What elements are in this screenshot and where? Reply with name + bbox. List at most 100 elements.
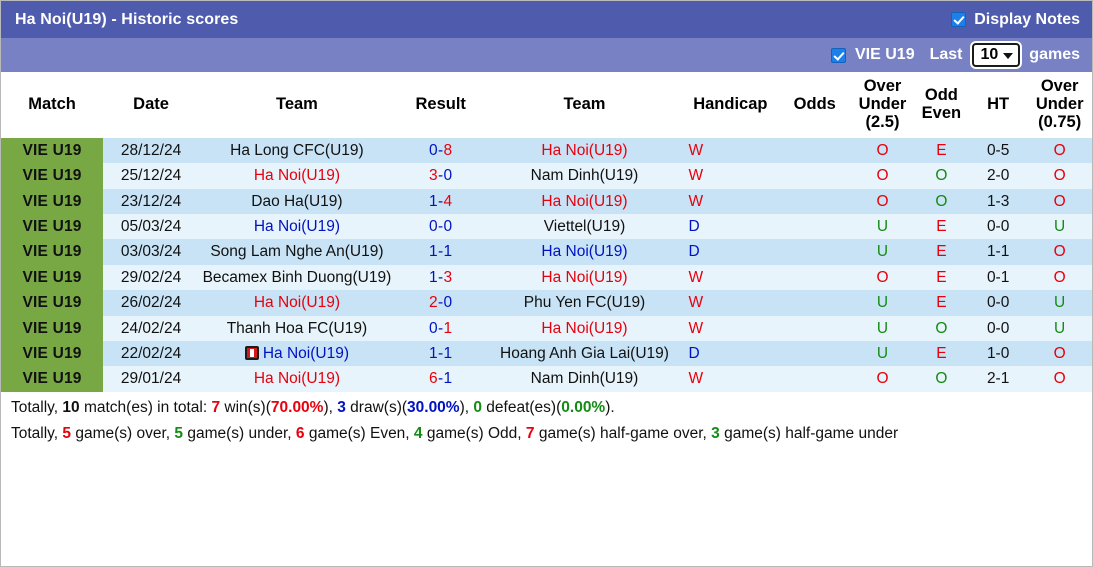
- over-under-25-value: O: [876, 269, 888, 286]
- cell-over-under-25: U: [851, 341, 914, 366]
- odd-even-value: E: [936, 218, 946, 235]
- cell-outcome: W: [682, 316, 778, 341]
- summary-text: ).: [605, 399, 614, 416]
- home-team-name: Ha Noi(U19): [254, 218, 340, 235]
- col-header-team-away[interactable]: Team: [487, 72, 683, 138]
- table-row[interactable]: VIE U1929/01/24Ha Noi(U19)6-1Nam Dinh(U1…: [1, 366, 1092, 391]
- cell-result: 0-8: [395, 138, 487, 163]
- cell-league: VIE U19: [1, 290, 103, 315]
- score-away: 1: [443, 243, 452, 260]
- cell-result: 1-1: [395, 341, 487, 366]
- cell-result: 0-1: [395, 316, 487, 341]
- summary-text: defeat(es)(: [482, 399, 561, 416]
- cell-over-under-25: O: [851, 138, 914, 163]
- table-row[interactable]: VIE U1924/02/24Thanh Hoa FC(U19)0-1Ha No…: [1, 316, 1092, 341]
- col-header-over-under-075[interactable]: Over Under (0.75): [1027, 72, 1092, 138]
- col-header-handicap[interactable]: Handicap: [682, 72, 778, 138]
- cell-away-team: Ha Noi(U19): [487, 138, 683, 163]
- over-under-075-value: U: [1054, 218, 1065, 235]
- score-away: 1: [443, 345, 452, 362]
- table-row[interactable]: VIE U1925/12/24Ha Noi(U19)3-0Nam Dinh(U1…: [1, 163, 1092, 188]
- table-row[interactable]: VIE U1922/02/24Ha Noi(U19)1-1Hoang Anh G…: [1, 341, 1092, 366]
- even-count: 6: [296, 425, 305, 442]
- table-row[interactable]: VIE U1928/12/24Ha Long CFC(U19)0-8Ha Noi…: [1, 138, 1092, 163]
- cell-league: VIE U19: [1, 163, 103, 188]
- table-row[interactable]: VIE U1905/03/24Ha Noi(U19)0-0Viettel(U19…: [1, 214, 1092, 239]
- cell-away-team: Ha Noi(U19): [487, 316, 683, 341]
- summary-text: game(s) half-game under: [720, 425, 898, 442]
- over-under-25-value: U: [877, 243, 888, 260]
- cell-date: 03/03/24: [103, 239, 199, 264]
- display-notes-control[interactable]: Display Notes: [951, 11, 1080, 29]
- ou075-line2: Under: [1036, 95, 1084, 113]
- col-header-match[interactable]: Match: [1, 72, 103, 138]
- cell-league: VIE U19: [1, 265, 103, 290]
- summary-text: ),: [460, 399, 474, 416]
- cell-over-under-075: O: [1027, 239, 1092, 264]
- odd-even-value: O: [935, 167, 947, 184]
- summary-text: ),: [323, 399, 337, 416]
- games-count-select[interactable]: 10: [972, 43, 1021, 67]
- col-header-odd-even[interactable]: Odd Even: [914, 72, 969, 138]
- summary-text: game(s) under,: [183, 425, 296, 442]
- outcome-badge: W: [688, 370, 703, 387]
- over-under-075-value: O: [1054, 345, 1066, 362]
- over-under-075-value: O: [1054, 243, 1066, 260]
- cell-handicap: [778, 189, 851, 214]
- score-home: 2: [429, 294, 438, 311]
- cell-odd-even: O: [914, 189, 969, 214]
- cell-result: 6-1: [395, 366, 487, 391]
- league-filter-checkbox[interactable]: [831, 48, 846, 63]
- oe-line2: Even: [922, 104, 961, 122]
- over-under-25-value: U: [877, 294, 888, 311]
- col-header-team-home[interactable]: Team: [199, 72, 395, 138]
- col-header-over-under-25[interactable]: Over Under (2.5): [851, 72, 914, 138]
- summary-text: game(s) Odd,: [423, 425, 526, 442]
- outcome-badge: D: [688, 345, 699, 362]
- cell-odd-even: O: [914, 316, 969, 341]
- odd-even-value: O: [935, 370, 947, 387]
- cell-half-time-score: 0-5: [969, 138, 1027, 163]
- table-row[interactable]: VIE U1926/02/24Ha Noi(U19)2-0Phu Yen FC(…: [1, 290, 1092, 315]
- display-notes-label: Display Notes: [974, 11, 1080, 29]
- col-header-odds[interactable]: Odds: [778, 72, 851, 138]
- away-team-name: Nam Dinh(U19): [531, 370, 639, 387]
- score-home: 1: [429, 269, 438, 286]
- ou075-line1: Over: [1041, 77, 1079, 95]
- over-under-075-value: O: [1054, 167, 1066, 184]
- over-under-075-value: O: [1054, 370, 1066, 387]
- cell-away-team: Hoang Anh Gia Lai(U19): [487, 341, 683, 366]
- score-home: 0: [429, 142, 438, 159]
- filter-bar: VIE U19 Last 10 games: [1, 38, 1092, 72]
- cell-home-team: Ha Noi(U19): [199, 214, 395, 239]
- col-header-result[interactable]: Result: [395, 72, 487, 138]
- score-away: 0: [443, 218, 452, 235]
- table-row[interactable]: VIE U1923/12/24Dao Ha(U19)1-4Ha Noi(U19)…: [1, 189, 1092, 214]
- odd-even-value: E: [936, 294, 946, 311]
- score-home: 1: [429, 243, 438, 260]
- league-filter-label: VIE U19: [855, 46, 915, 64]
- table-row[interactable]: VIE U1903/03/24Song Lam Nghe An(U19)1-1H…: [1, 239, 1092, 264]
- away-team-name: Ha Noi(U19): [541, 269, 627, 286]
- table-body: VIE U1928/12/24Ha Long CFC(U19)0-8Ha Noi…: [1, 138, 1092, 392]
- total-matches-count: 10: [62, 399, 79, 416]
- odd-even-value: E: [936, 243, 946, 260]
- note-icon[interactable]: [245, 346, 259, 360]
- display-notes-checkbox[interactable]: [951, 12, 966, 27]
- over-under-25-value: O: [876, 142, 888, 159]
- cell-home-team: Ha Noi(U19): [199, 290, 395, 315]
- col-header-ht[interactable]: HT: [969, 72, 1027, 138]
- cell-handicap: [778, 265, 851, 290]
- oe-line1: Odd: [925, 86, 958, 104]
- cell-home-team: Becamex Binh Duong(U19): [199, 265, 395, 290]
- col-header-date[interactable]: Date: [103, 72, 199, 138]
- cell-half-time-score: 1-3: [969, 189, 1027, 214]
- summary-text: game(s) Even,: [305, 425, 414, 442]
- table-row[interactable]: VIE U1929/02/24Becamex Binh Duong(U19)1-…: [1, 265, 1092, 290]
- cell-away-team: Ha Noi(U19): [487, 239, 683, 264]
- home-team-name: Ha Noi(U19): [254, 294, 340, 311]
- ou25-line3: (2.5): [866, 113, 900, 131]
- score-home: 1: [429, 345, 438, 362]
- cell-half-time-score: 2-1: [969, 366, 1027, 391]
- away-team-name: Ha Noi(U19): [541, 243, 627, 260]
